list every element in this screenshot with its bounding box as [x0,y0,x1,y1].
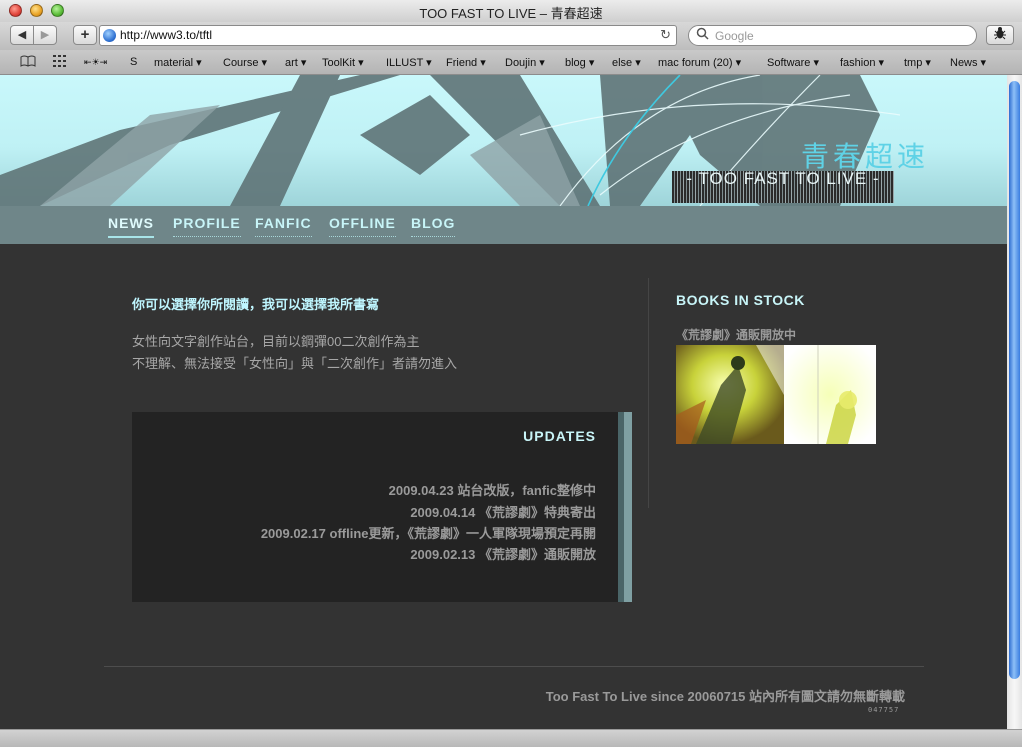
bookmark-item[interactable]: Doujin ▾ [505,56,545,69]
updates-panel: UPDATES 2009.04.23 站台改版，fanfic整修中 2009.0… [132,412,632,602]
footer-text: Too Fast To Live since 20060715 站內所有圖文請勿… [545,689,905,704]
grid-icon[interactable] [53,55,67,70]
intro-text: 女性向文字創作站台，目前以鋼彈00二次創作為主 不理解、無法接受「女性向」與「二… [132,331,457,375]
bug-icon [994,27,1006,40]
forward-button[interactable]: ▶ [33,25,57,45]
update-item[interactable]: 2009.04.14 《荒謬劇》特典寄出 [410,502,596,521]
bookmark-item[interactable]: else ▾ [612,56,641,69]
bookmark-item[interactable]: News ▾ [950,56,986,69]
updates-accent-bar [624,412,632,602]
visit-counter: 047757 [868,706,900,714]
globe-icon [103,29,116,42]
window-title: TOO FAST TO LIVE – 青春超速 [419,6,603,21]
nav-offline[interactable]: OFFLINE [329,215,396,237]
bookmarks-bar: ⇤☀⇥ S material ▾ Course ▾ art ▾ ToolKit … [0,50,1022,75]
url-text[interactable]: http://www3.to/tftl [120,28,212,42]
bookmark-item[interactable]: S [130,56,137,68]
books-in-stock-title: BOOKS IN STOCK [676,292,805,308]
updates-title: UPDATES [523,428,596,444]
add-bookmark-button[interactable]: + [73,25,97,45]
bookmark-item[interactable]: Software ▾ [767,56,819,69]
window-titlebar: TOO FAST TO LIVE – 青春超速 [0,0,1022,23]
books-subtitle[interactable]: 《荒謬劇》通販開放中 [676,326,796,343]
bookmark-item[interactable]: Friend ▾ [446,56,486,69]
bookmark-item[interactable]: material ▾ [154,56,202,69]
search-icon [696,27,710,44]
status-bar [0,729,1022,747]
web-page: 青春超速 - TOO FAST TO LIVE - NEWS PROFILE F… [0,75,1007,729]
bookmark-item[interactable]: ILLUST ▾ [386,56,432,69]
footer-divider [104,666,924,667]
search-field[interactable]: Google [688,25,977,46]
bookmark-item[interactable]: fashion ▾ [840,56,884,69]
bookmark-item[interactable]: Course ▾ [223,56,267,69]
nav-profile[interactable]: PROFILE [173,215,241,237]
bookmark-item[interactable]: blog ▾ [565,56,594,69]
site-header: 青春超速 - TOO FAST TO LIVE - [0,75,1007,206]
book-cover-image[interactable] [676,345,876,444]
search-placeholder: Google [715,29,754,43]
browser-toolbar: ◀ ▶ + http://www3.to/tftl ↻ Google [0,22,1022,50]
nav-news[interactable]: NEWS [108,215,154,238]
back-button[interactable]: ◀ [10,25,34,45]
intro-line: 不理解、無法接受「女性向」與「二次創作」者請勿進入 [132,356,458,371]
intro-line: 女性向文字創作站台，目前以鋼彈00二次創作為主 [132,334,420,349]
nav-fanfic[interactable]: FANFIC [255,215,312,237]
scrollbar-thumb[interactable] [1009,81,1020,679]
open-book-icon[interactable] [20,55,36,70]
tagline: 你可以選擇你所閱讀，我可以選擇我所書寫 [132,297,380,312]
bookmark-item[interactable]: art ▾ [285,56,306,69]
bookmark-misc[interactable]: ⇤☀⇥ [84,57,107,68]
update-item[interactable]: 2009.04.23 站台改版，fanfic整修中 [389,480,596,499]
address-bar[interactable]: http://www3.to/tftl ↻ [99,25,677,46]
update-item[interactable]: 2009.02.17 offline更新，《荒謬劇》一人軍隊現場預定再開 [261,523,596,542]
reload-icon[interactable]: ↻ [660,27,671,43]
site-title-en: - TOO FAST TO LIVE - [672,170,894,203]
bookmark-item[interactable]: ToolKit ▾ [322,56,364,69]
bookmark-item[interactable]: mac forum (20) ▾ [658,56,741,69]
nav-blog[interactable]: BLOG [411,215,456,237]
column-divider [648,278,649,508]
update-item[interactable]: 2009.02.13 《荒謬劇》通販開放 [410,544,596,563]
bookmark-item[interactable]: tmp ▾ [904,56,931,69]
bug-report-button[interactable] [986,25,1014,45]
